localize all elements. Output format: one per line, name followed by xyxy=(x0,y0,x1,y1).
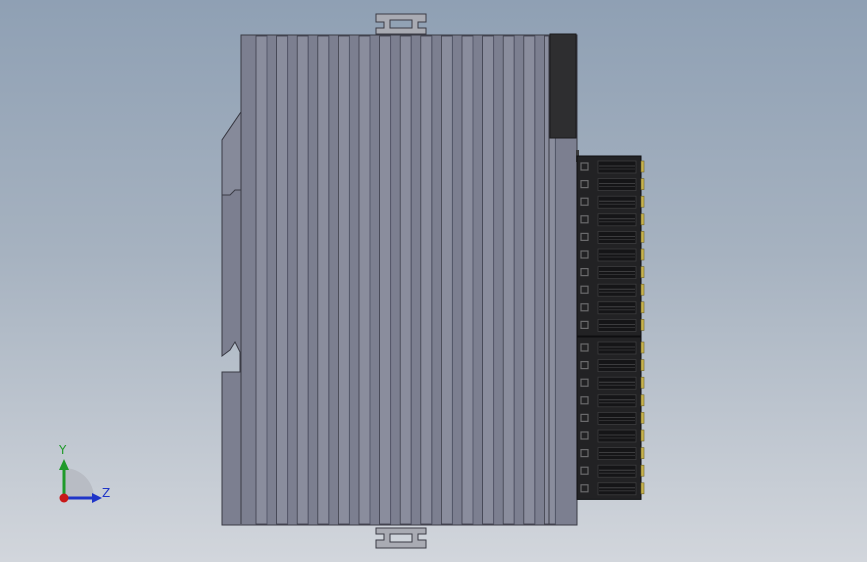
terminal-opening xyxy=(597,429,637,443)
terminal-opening xyxy=(597,230,637,244)
terminal-pin xyxy=(640,178,645,190)
terminal-opening xyxy=(597,341,637,355)
terminal-opening xyxy=(597,160,637,174)
terminal-pin xyxy=(640,319,645,331)
terminal-pin xyxy=(640,283,645,296)
terminal-opening xyxy=(597,178,637,192)
terminal-opening xyxy=(597,411,637,425)
cooling-rib xyxy=(358,35,371,525)
cooling-rib xyxy=(399,35,412,525)
terminal-pin xyxy=(640,412,645,424)
terminal-pin xyxy=(640,231,645,243)
cooling-rib xyxy=(420,35,433,525)
graphics-viewport[interactable]: Y Z xyxy=(0,0,867,562)
cooling-rib xyxy=(502,35,515,525)
terminal-pin xyxy=(640,394,645,407)
front-cover xyxy=(549,33,577,139)
module-housing xyxy=(221,34,578,526)
cooling-rib xyxy=(379,35,392,525)
terminal-opening xyxy=(597,359,637,373)
terminal-pin xyxy=(640,447,645,459)
terminal-pin xyxy=(640,248,645,261)
z-axis-label: Z xyxy=(102,486,111,500)
terminal-opening xyxy=(597,195,637,209)
top-rail-clip xyxy=(375,13,427,35)
terminal-pin xyxy=(640,376,645,389)
cooling-rib xyxy=(337,35,350,525)
upper-terminal-block xyxy=(576,155,645,337)
cooling-rib xyxy=(440,35,453,525)
lower-terminal-block xyxy=(576,336,645,500)
cooling-rib xyxy=(276,35,289,525)
terminal-opening xyxy=(597,301,637,315)
terminal-opening xyxy=(597,283,637,297)
terminal-opening xyxy=(597,464,637,478)
cooling-rib xyxy=(523,35,536,525)
terminal-pin xyxy=(640,464,645,477)
terminal-opening xyxy=(597,376,637,390)
terminal-connectors xyxy=(576,150,645,500)
cooling-rib xyxy=(255,35,268,525)
cooling-rib xyxy=(482,35,495,525)
terminal-pin xyxy=(640,195,645,208)
terminal-opening xyxy=(597,266,637,280)
y-axis-label: Y xyxy=(59,443,67,457)
terminal-pin xyxy=(640,160,645,173)
terminal-pin xyxy=(640,301,645,314)
cooling-rib xyxy=(317,35,330,525)
terminal-pin xyxy=(640,359,645,371)
terminal-pin xyxy=(640,213,645,226)
model-view[interactable] xyxy=(0,0,867,562)
cooling-rib xyxy=(461,35,474,525)
terminal-opening xyxy=(597,394,637,408)
terminal-opening xyxy=(597,318,637,332)
terminal-pin xyxy=(640,482,645,495)
terminal-opening xyxy=(597,248,637,262)
terminal-pin xyxy=(640,266,645,278)
cooling-rib xyxy=(296,35,309,525)
terminal-opening xyxy=(597,213,637,227)
terminal-opening xyxy=(597,447,637,461)
terminal-opening xyxy=(597,482,637,496)
bottom-rail-clip xyxy=(375,527,427,549)
terminal-pin xyxy=(640,429,645,442)
din-latch xyxy=(221,110,242,196)
terminal-pin xyxy=(640,341,645,354)
